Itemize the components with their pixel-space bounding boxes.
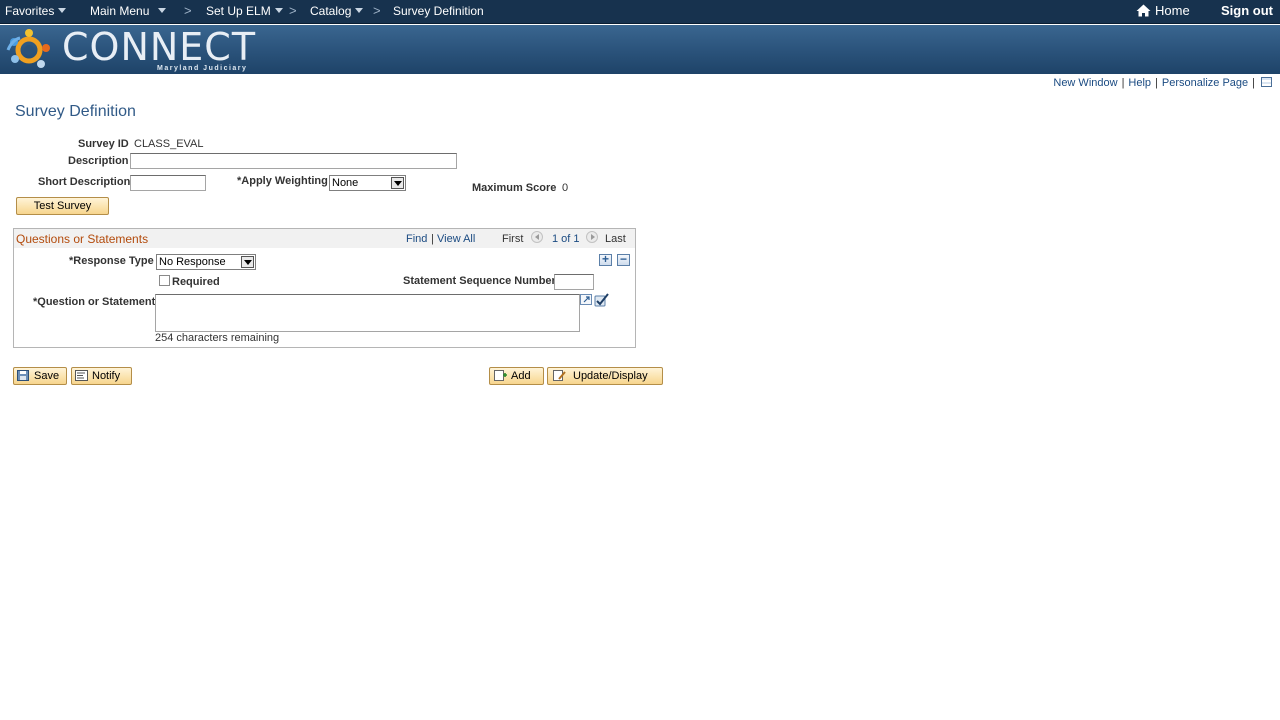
apply-weighting-label: *Apply Weighting <box>237 175 328 187</box>
row-counter: 1 of 1 <box>552 233 580 245</box>
short-description-label: Short Description <box>38 176 131 188</box>
logo-people-icon <box>6 29 50 68</box>
notify-button[interactable]: Notify <box>71 367 132 385</box>
pagebar-separator: | <box>1252 77 1255 89</box>
delete-row-button[interactable]: − <box>617 252 630 266</box>
notify-icon <box>75 370 88 381</box>
notify-label: Notify <box>92 370 121 382</box>
sign-out-label: Sign out <box>1221 3 1273 18</box>
survey-id-value: CLASS_EVAL <box>134 138 204 150</box>
logo-subtitle: Maryland Judiciary <box>157 65 248 72</box>
add-row-button[interactable]: + <box>599 252 612 266</box>
required-checkbox[interactable] <box>159 275 170 286</box>
questions-header: Questions or Statements Find | View All … <box>14 229 635 248</box>
home-label: Home <box>1155 3 1190 18</box>
personalize-page-link[interactable]: Personalize Page <box>1162 77 1248 89</box>
minus-icon: − <box>619 252 627 266</box>
nav-setup-elm-menu[interactable]: Set Up ELM <box>206 0 283 22</box>
nav-main-menu[interactable]: Main Menu <box>90 0 167 22</box>
questions-group-box: Questions or Statements Find | View All … <box>13 228 636 348</box>
save-button[interactable]: Save <box>13 367 67 385</box>
plus-icon: + <box>601 252 609 266</box>
new-window-link[interactable]: New Window <box>1053 77 1117 89</box>
nav-catalog-menu[interactable]: Catalog <box>310 0 364 22</box>
next-row-icon[interactable] <box>586 231 598 243</box>
pagebar-separator: | <box>1121 77 1125 89</box>
description-input[interactable] <box>130 153 457 169</box>
header-separator: | <box>431 233 434 245</box>
breadcrumb-separator: > <box>373 3 381 18</box>
first-label[interactable]: First <box>502 233 523 245</box>
nav-main-menu-label: Main Menu <box>90 4 150 18</box>
save-label: Save <box>34 370 60 382</box>
chevron-down-icon <box>355 7 364 13</box>
required-label: Required <box>172 276 220 288</box>
chevron-down-icon <box>274 7 283 13</box>
last-label[interactable]: Last <box>605 233 626 245</box>
short-description-input[interactable] <box>130 175 206 191</box>
view-all-link[interactable]: View All <box>437 233 475 245</box>
sign-out-link[interactable]: Sign out <box>1221 0 1273 22</box>
dropdown-arrow-icon[interactable] <box>391 177 404 189</box>
pagebar: New Window | Help | Personalize Page | <box>1053 77 1272 91</box>
apply-weighting-select[interactable]: None <box>329 175 406 191</box>
expand-textarea-icon[interactable] <box>580 294 593 306</box>
nav-catalog-label: Catalog <box>310 4 352 18</box>
top-nav-bar: Favorites Main Menu > Set Up ELM > Catal… <box>0 0 1280 24</box>
question-statement-label: *Question or Statement <box>33 296 156 308</box>
nav-current-page: Survey Definition <box>393 0 484 22</box>
response-type-value: No Response <box>159 256 226 268</box>
nav-favorites-label: Favorites <box>5 4 55 18</box>
maximum-score-value: 0 <box>562 182 569 194</box>
nav-favorites-menu[interactable]: Favorites <box>5 0 67 22</box>
home-icon <box>1136 4 1151 17</box>
sequence-number-input[interactable] <box>554 274 594 290</box>
add-label: Add <box>511 370 531 382</box>
questions-title: Questions or Statements <box>16 232 149 246</box>
page-layout-icon[interactable] <box>1261 77 1272 87</box>
find-link[interactable]: Find <box>406 233 427 245</box>
add-button[interactable]: Add <box>489 367 544 385</box>
chevron-down-icon <box>58 7 67 13</box>
maximum-score-label: Maximum Score <box>472 182 557 194</box>
nav-current-label: Survey Definition <box>393 4 484 18</box>
apply-weighting-value: None <box>332 177 359 189</box>
save-icon <box>17 370 29 381</box>
characters-remaining: 254 characters remaining <box>155 332 280 344</box>
add-icon <box>494 370 507 381</box>
update-display-label: Update/Display <box>573 370 648 382</box>
page-title: Survey Definition <box>15 103 136 120</box>
logo-wordmark: CONNECT <box>62 25 257 69</box>
previous-row-icon[interactable] <box>531 231 543 243</box>
test-survey-button[interactable]: Test Survey <box>16 197 109 215</box>
spell-check-icon[interactable] <box>594 292 610 307</box>
breadcrumb-separator: > <box>289 3 297 18</box>
breadcrumb-separator: > <box>184 3 192 18</box>
description-label: Description <box>68 155 129 167</box>
help-link[interactable]: Help <box>1128 77 1151 89</box>
update-display-icon <box>553 370 566 381</box>
chevron-down-icon <box>158 7 167 13</box>
dropdown-arrow-icon[interactable] <box>241 256 254 268</box>
home-link[interactable]: Home <box>1136 0 1190 22</box>
nav-setup-elm-label: Set Up ELM <box>206 4 271 18</box>
update-display-button[interactable]: Update/Display <box>547 367 663 385</box>
response-type-select[interactable]: No Response <box>156 254 256 270</box>
question-statement-textarea[interactable] <box>155 294 580 332</box>
sequence-number-label: Statement Sequence Number <box>403 275 556 287</box>
response-type-label: *Response Type <box>69 255 154 267</box>
survey-id-label: Survey ID <box>78 138 129 150</box>
pagebar-separator: | <box>1155 77 1158 89</box>
